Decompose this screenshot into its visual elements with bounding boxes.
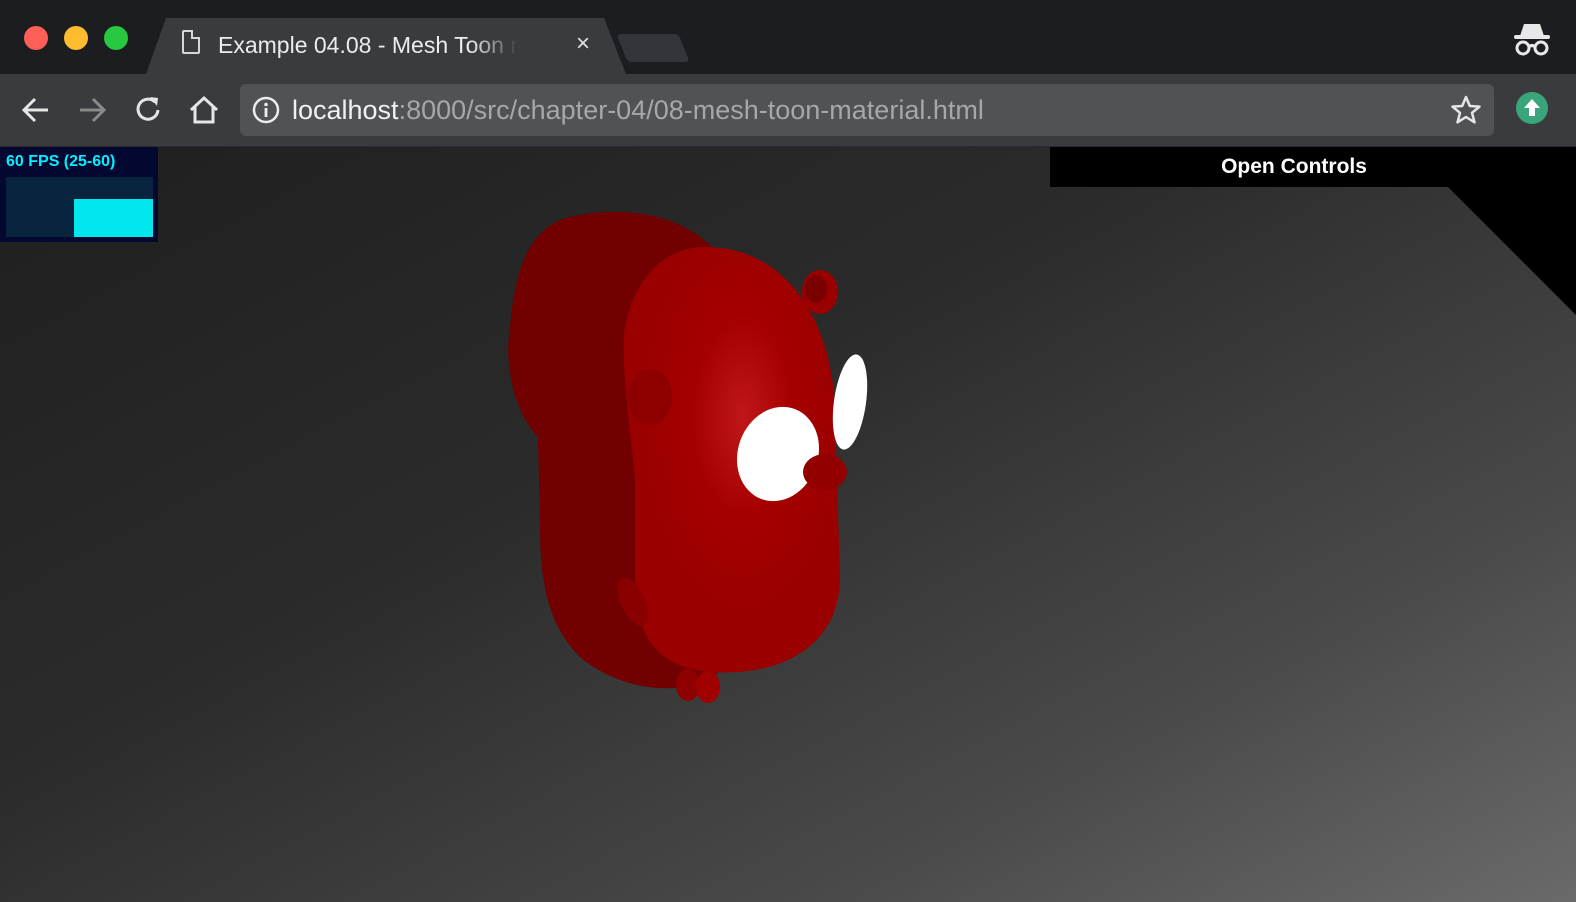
incognito-icon xyxy=(1514,24,1550,56)
url-host: localhost xyxy=(292,95,399,125)
title-bar: Example 04.08 - Mesh Toon material × xyxy=(0,0,1576,74)
browser-toolbar: localhost:8000/src/chapter-04/08-mesh-to… xyxy=(0,74,1576,147)
open-controls-button[interactable]: Open Controls xyxy=(1050,147,1538,187)
controls-panel[interactable]: Open Controls xyxy=(1050,147,1576,187)
window-zoom-button[interactable] xyxy=(104,26,128,50)
fps-graph xyxy=(6,177,153,237)
home-icon[interactable] xyxy=(186,92,222,128)
url-text[interactable]: localhost:8000/src/chapter-04/08-mesh-to… xyxy=(292,94,984,126)
upload-icon[interactable] xyxy=(1516,92,1548,124)
gopher-model xyxy=(508,211,868,703)
fps-label: 60 FPS (25-60) xyxy=(6,153,116,170)
star-icon[interactable] xyxy=(1450,94,1482,126)
fps-graph-bars xyxy=(74,199,153,237)
controls-corner xyxy=(1448,187,1576,315)
webgl-viewport[interactable]: 60 FPS (25-60) Open Controls xyxy=(0,147,1576,902)
address-bar[interactable]: localhost:8000/src/chapter-04/08-mesh-to… xyxy=(240,84,1494,136)
upload-arrow-icon xyxy=(1524,99,1540,116)
url-path: :8000/src/chapter-04/08-mesh-toon-materi… xyxy=(398,95,984,125)
info-icon[interactable] xyxy=(252,96,280,124)
tab-close-button[interactable]: × xyxy=(570,30,596,58)
reload-icon[interactable] xyxy=(130,92,166,128)
new-tab-button[interactable] xyxy=(616,34,690,62)
arrow-left-icon[interactable] xyxy=(18,92,54,128)
active-tab[interactable]: Example 04.08 - Mesh Toon material × xyxy=(146,18,626,74)
tab-title: Example 04.08 - Mesh Toon material xyxy=(218,32,518,58)
arrow-right-icon[interactable] xyxy=(74,92,110,128)
window-minimize-button[interactable] xyxy=(64,26,88,50)
page-icon xyxy=(182,30,200,54)
fps-stats-panel[interactable]: 60 FPS (25-60) xyxy=(0,147,158,242)
window-close-button[interactable] xyxy=(24,26,48,50)
